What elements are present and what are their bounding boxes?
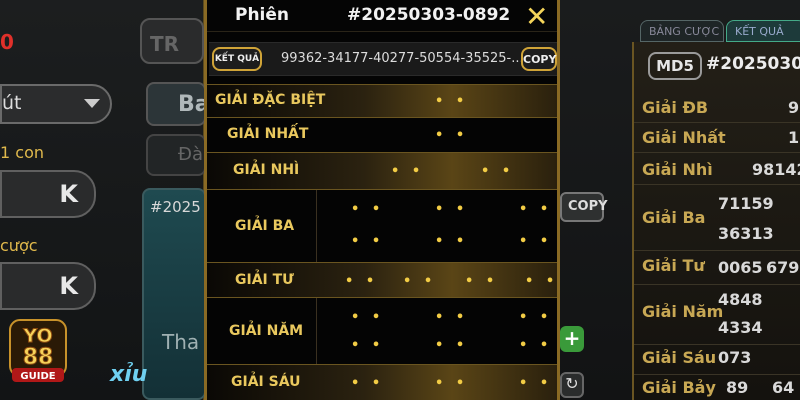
result-value-sau: 073 <box>718 348 752 367</box>
card-session-id: #2025 <box>150 198 201 216</box>
prize-row-ba: GIẢI BA • • • • • • • • • • • • <box>207 190 557 262</box>
top-tab-button[interactable]: TR <box>140 18 204 64</box>
result-label-nhi: Giải Nhì <box>642 160 713 179</box>
bet-option-button-2[interactable]: Đà <box>146 134 206 176</box>
prize-dots: • • <box>351 338 385 353</box>
prize-label-nhat: GIẢI NHẤT <box>227 126 309 142</box>
prize-dots: • • <box>351 310 385 325</box>
phien-label: Phiên <box>235 5 290 25</box>
prize-row-tu: GIẢI TƯ • • • • • • • • <box>207 262 557 298</box>
bet-option-button[interactable]: Ba <box>146 82 210 126</box>
bet-input[interactable]: K <box>0 262 96 310</box>
copy-button-secondary[interactable]: COPY <box>560 192 608 222</box>
result-value-ba-1: 71159 <box>718 194 774 213</box>
result-value-nam-1: 4848 <box>718 290 763 309</box>
logo-text-2: 88 <box>23 345 54 370</box>
result-value-nam-2: 4334 <box>718 318 763 337</box>
session-id: #20250303-0892 <box>347 5 511 25</box>
md5-badge: MD5 <box>648 52 702 80</box>
prize-label-tu: GIẢI TƯ <box>235 272 294 288</box>
prize-row-nhi: GIẢI NHÌ • • • • <box>207 152 557 190</box>
result-value-bay-1: 89 <box>726 378 749 397</box>
prize-dots: • • <box>435 234 469 249</box>
result-label-sau: Giải Sáu <box>642 348 717 367</box>
prize-label-dac-biet: GIẢI ĐẶC BIỆT <box>215 92 326 108</box>
prize-dots: • • <box>435 202 469 217</box>
bet-label: cược <box>0 236 38 255</box>
result-label-nhat: Giải Nhất <box>642 128 726 147</box>
result-value-bay-2: 64 <box>772 378 795 397</box>
prize-dots: • • <box>519 338 553 353</box>
prize-label-ba: GIẢI BA <box>235 218 295 234</box>
result-value-ba-2: 36313 <box>718 224 774 243</box>
result-label-ba: Giải Ba <box>642 208 706 227</box>
amount-input[interactable]: K <box>0 170 96 218</box>
xiu-label[interactable]: xỉu <box>110 362 147 387</box>
add-button[interactable]: + <box>560 326 584 352</box>
result-label-db: Giải ĐB <box>642 98 709 117</box>
ket-qua-badge: KẾT QUẢ <box>212 47 262 71</box>
prize-dots: • • <box>481 164 515 179</box>
prize-row-dac-biet: GIẢI ĐẶC BIỆT • • <box>207 84 557 118</box>
yo88-guide-logo: YO 88 GUIDE <box>2 312 74 388</box>
result-value-db: 9 <box>788 98 800 117</box>
close-icon[interactable]: ✕ <box>525 0 548 33</box>
prize-dots: • • <box>351 234 385 249</box>
result-string-row: KẾT QUẢ 99362-34177-40277-50554-35525-..… <box>209 42 557 76</box>
bet-type-dropdown[interactable]: út <box>0 84 112 124</box>
modal-header: Phiên #20250303-0892 ✕ <box>207 0 557 33</box>
prize-dots: • • <box>345 274 379 289</box>
result-label-bay: Giải Bảy <box>642 378 716 397</box>
prize-dots: • • <box>435 376 469 391</box>
md5-value: #2025030 <box>706 54 800 74</box>
logo-text-3: GUIDE <box>20 371 55 382</box>
prize-dots: • • <box>351 376 385 391</box>
prize-dots: • • <box>435 128 469 143</box>
result-label-tu: Giải Tư <box>642 256 705 275</box>
right-results-panel: BẢNG CƯỢC KẾT QUẢ MD5 #2025030 COPY Giải… <box>560 0 800 400</box>
dropdown-value: út <box>2 92 22 114</box>
refresh-icon[interactable]: ↻ <box>560 372 584 398</box>
prize-dots: • • <box>519 202 553 217</box>
prize-row-nam: GIẢI NĂM • • • • • • • • • • • • <box>207 298 557 364</box>
tab-bang-cuoc[interactable]: BẢNG CƯỢC <box>640 20 724 42</box>
copy-button[interactable]: COPY <box>521 47 557 71</box>
prize-dots: • • <box>403 274 437 289</box>
card-text: Tha <box>162 330 200 354</box>
result-value-nhi: 98142 <box>752 160 800 179</box>
tab-ket-qua[interactable]: KẾT QUẢ <box>726 20 800 42</box>
session-card: #2025 Tha <box>142 188 206 400</box>
prize-dots: • • <box>435 94 469 109</box>
chevron-down-icon <box>84 99 100 108</box>
prize-label-sau: GIẢI SÁU <box>231 374 301 390</box>
prize-label-nhi: GIẢI NHÌ <box>233 162 300 178</box>
prize-dots: • • <box>465 274 499 289</box>
red-balance: 0 <box>0 30 14 54</box>
session-result-modal: Phiên #20250303-0892 ✕ KẾT QUẢ 99362-341… <box>204 0 560 400</box>
prize-label-nam: GIẢI NĂM <box>229 323 304 339</box>
result-value-tu-1: 0065 <box>718 258 763 277</box>
logo-text-1: YO <box>22 325 52 347</box>
prize-dots: • • <box>525 274 559 289</box>
result-value-tu-2: 679 <box>766 258 800 277</box>
prize-dots: • • <box>435 310 469 325</box>
prize-dots: • • <box>519 376 553 391</box>
prize-dots: • • <box>391 164 425 179</box>
result-label-nam: Giải Năm <box>642 302 724 321</box>
prize-dots: • • <box>519 234 553 249</box>
prize-row-nhat: GIẢI NHẤT • • <box>207 118 557 152</box>
result-tabs: BẢNG CƯỢC KẾT QUẢ <box>640 20 800 42</box>
prize-row-sau: GIẢI SÁU • • • • • • <box>207 364 557 400</box>
result-value-nhat: 1 <box>788 128 800 147</box>
prize-dots: • • <box>519 310 553 325</box>
prize-dots: • • <box>351 202 385 217</box>
amount-label: 1 con <box>0 143 44 162</box>
result-string: 99362-34177-40277-50554-35525-... <box>281 51 524 66</box>
prize-dots: • • <box>435 338 469 353</box>
